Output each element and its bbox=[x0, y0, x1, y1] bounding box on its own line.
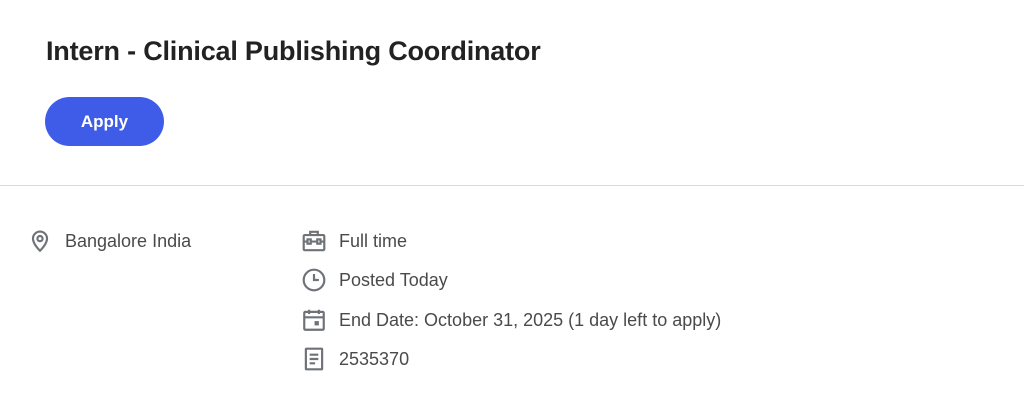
requisition-id-text: 2535370 bbox=[339, 348, 410, 369]
apply-button[interactable]: Apply bbox=[45, 97, 164, 146]
location-row: Bangalore India bbox=[27, 226, 191, 256]
calendar-icon bbox=[301, 307, 327, 333]
employment-type-row: Full time bbox=[301, 226, 407, 256]
employment-type-text: Full time bbox=[339, 230, 408, 251]
end-date-text: End Date: October 31, 2025 (1 day left t… bbox=[339, 309, 722, 330]
document-icon bbox=[301, 346, 327, 372]
clock-icon bbox=[301, 267, 327, 293]
job-details: Bangalore India Full time Posted Today E… bbox=[0, 186, 1024, 411]
location-text: Bangalore India bbox=[65, 230, 192, 251]
job-header: Intern - Clinical Publishing Coordinator… bbox=[0, 0, 1024, 186]
location-pin-icon bbox=[27, 228, 53, 254]
end-date-row: End Date: October 31, 2025 (1 day left t… bbox=[301, 305, 721, 335]
job-title: Intern - Clinical Publishing Coordinator bbox=[46, 36, 541, 66]
requisition-id-row: 2535370 bbox=[301, 344, 409, 374]
briefcase-icon bbox=[301, 228, 327, 254]
posted-row: Posted Today bbox=[301, 265, 448, 295]
posted-text: Posted Today bbox=[339, 269, 448, 290]
